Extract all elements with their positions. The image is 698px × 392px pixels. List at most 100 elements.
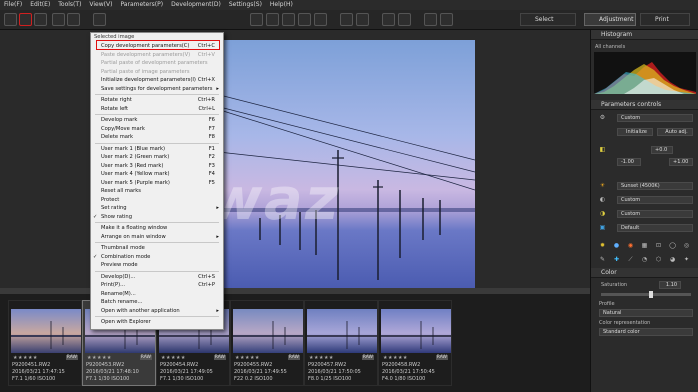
context-menu-item[interactable]: Partial paste of development parameters [91, 59, 223, 68]
mark-green-icon[interactable] [266, 13, 279, 26]
context-menu-item[interactable]: Reset all marks [91, 187, 223, 196]
menu-file[interactable]: File(F) [0, 0, 26, 10]
print-mode-button[interactable]: Print [640, 13, 690, 26]
single-view-icon[interactable] [34, 13, 47, 26]
parameters-controls-header[interactable]: Parameters controls [591, 100, 698, 110]
context-menu-item[interactable]: Initialize development parameters(I) Ctrl… [91, 76, 223, 85]
combination-view-icon[interactable] [19, 13, 32, 26]
tool-sun-icon[interactable]: ✹ [599, 242, 606, 249]
context-menu-item[interactable]: Delete mark F8 [91, 133, 223, 142]
context-menu-item[interactable]: Preview mode [91, 261, 223, 270]
saturation-slider[interactable] [601, 291, 691, 298]
rating-stars[interactable]: ★★★★★ [13, 355, 38, 361]
menu-tools[interactable]: Tools(T) [54, 0, 85, 10]
thumbnail-item[interactable]: ★★★★★ RAW P9200458.RW2 2016/03/21 17:50:… [378, 300, 452, 386]
context-menu-item[interactable]: Rotate right Ctrl+R [91, 96, 223, 105]
color-header[interactable]: Color [591, 268, 698, 278]
menu-development[interactable]: Development(D) [167, 0, 225, 10]
delete-icon[interactable] [382, 13, 395, 26]
tool-grid-icon[interactable]: ▦ [641, 242, 648, 249]
tool-dist-icon[interactable]: ⬡ [655, 256, 662, 263]
context-menu-item[interactable]: Copy/Move mark F7 [91, 125, 223, 134]
menu-help[interactable]: Help(H) [266, 0, 297, 10]
tool-wb-icon[interactable]: ✚ [613, 256, 620, 263]
contrast-dropdown[interactable]: Custom [617, 196, 693, 204]
print-icon[interactable] [440, 13, 453, 26]
tool-sharp-icon[interactable]: ⟋ [627, 256, 634, 263]
mark-blue-icon[interactable] [250, 13, 263, 26]
develop-icon[interactable] [424, 13, 437, 26]
tool-brush-icon[interactable]: ✎ [599, 256, 606, 263]
menu-parameters[interactable]: Parameters(P) [116, 0, 167, 10]
mark-yellow-icon[interactable] [298, 13, 311, 26]
context-menu-item[interactable]: User mark 1 (Blue mark) F1 [91, 145, 223, 154]
rotate-left-icon[interactable] [340, 13, 353, 26]
context-menu-item[interactable]: Make it a floating window [91, 224, 223, 233]
context-menu-item[interactable]: Protect [91, 196, 223, 205]
context-menu-item[interactable]: User mark 2 (Green mark) F2 [91, 153, 223, 162]
shadow-value[interactable]: -1.00 [617, 158, 641, 166]
context-menu-item[interactable]: Partial paste of image parameters [91, 68, 223, 77]
saturation-value[interactable]: 1.10 [659, 281, 681, 289]
preset-dropdown[interactable]: Custom [617, 114, 693, 122]
tool-color-icon[interactable]: ◉ [627, 242, 634, 249]
tone-dropdown[interactable]: Custom [617, 210, 693, 218]
context-menu-item[interactable]: Open with Explorer [91, 318, 223, 327]
context-menu-item[interactable]: User mark 4 (Yellow mark) F4 [91, 170, 223, 179]
context-menu-item[interactable]: ✓ Combination mode [91, 253, 223, 262]
adjustment-mode-button[interactable]: Adjustment [584, 13, 636, 26]
context-menu-item[interactable]: Rename(M)... [91, 290, 223, 299]
tool-crop-icon[interactable]: ⊡ [655, 242, 662, 249]
context-menu-item[interactable]: Print(P)... Ctrl+P [91, 281, 223, 290]
tool-noise-icon[interactable]: ◔ [641, 256, 648, 263]
saturation-slider-handle[interactable] [649, 291, 653, 298]
highlight-value[interactable]: +1.00 [669, 158, 693, 166]
tool-art-icon[interactable]: ✦ [683, 256, 690, 263]
tool-shade-icon[interactable]: ◕ [669, 256, 676, 263]
context-menu-item[interactable]: Rotate left Ctrl+L [91, 105, 223, 114]
profile-dropdown[interactable]: Natural [599, 309, 693, 317]
context-menu-item[interactable]: Thumbnail mode [91, 244, 223, 253]
context-menu-item[interactable]: Develop(D)... Ctrl+S [91, 273, 223, 282]
context-menu-item[interactable]: User mark 3 (Red mark) F3 [91, 162, 223, 171]
auto-adjust-button[interactable]: Auto adj. [657, 128, 693, 136]
context-menu-item[interactable]: Develop mark F6 [91, 116, 223, 125]
thumbnail-item[interactable]: ★★★★★ RAW P9200455.RW2 2016/03/21 17:49:… [230, 300, 304, 386]
grid-view-icon[interactable] [4, 13, 17, 26]
picture-mode-dropdown[interactable]: Default [617, 224, 693, 232]
split-view-icon[interactable] [67, 13, 80, 26]
fit-icon[interactable] [93, 13, 106, 26]
thumbnail-item[interactable]: ★★★★★ RAW P9200451.RW2 2016/03/21 17:47:… [8, 300, 82, 386]
rating-stars[interactable]: ★★★★★ [87, 355, 112, 361]
protect-icon[interactable] [398, 13, 411, 26]
context-menu-item[interactable]: Batch rename... [91, 298, 223, 307]
context-menu-item[interactable]: ✓ Show rating [91, 213, 223, 222]
tool-drop-icon[interactable]: ● [613, 242, 620, 249]
white-balance-dropdown[interactable]: Sunset (4500K) [617, 182, 693, 190]
context-menu-item[interactable]: Paste development parameters(V) Ctrl+V [91, 51, 223, 60]
rating-stars[interactable]: ★★★★★ [309, 355, 334, 361]
tool-lens-icon[interactable]: ◎ [683, 242, 690, 249]
context-menu-item[interactable]: Set rating ▸ [91, 204, 223, 213]
initialize-button[interactable]: Initialize [617, 128, 653, 136]
exposure-value[interactable]: +0.0 [651, 146, 673, 154]
thumbnail-item[interactable]: ★★★★★ RAW P9200457.RW2 2016/03/21 17:50:… [304, 300, 378, 386]
rating-stars[interactable]: ★★★★★ [235, 355, 260, 361]
color-representation-dropdown[interactable]: Standard color [599, 328, 693, 336]
menu-edit[interactable]: Edit(E) [26, 0, 54, 10]
mark-purple-icon[interactable] [314, 13, 327, 26]
context-menu-item[interactable]: Save settings for development parameters… [91, 85, 223, 94]
mark-red-icon[interactable] [282, 13, 295, 26]
histogram-header[interactable]: Histogram [591, 30, 698, 40]
rating-stars[interactable]: ★★★★★ [383, 355, 408, 361]
compare-view-icon[interactable] [52, 13, 65, 26]
context-menu-item[interactable]: Arrange on main window ▸ [91, 233, 223, 242]
rotate-right-icon[interactable] [356, 13, 369, 26]
gear-icon[interactable]: ⚙ [599, 114, 606, 121]
menu-view[interactable]: View(V) [85, 0, 116, 10]
menu-settings[interactable]: Settings(S) [225, 0, 266, 10]
select-mode-button[interactable]: Select [520, 13, 576, 26]
tool-circle-icon[interactable]: ◯ [669, 242, 676, 249]
context-menu-item[interactable]: User mark 5 (Purple mark) F5 [91, 179, 223, 188]
context-menu-item[interactable]: Open with another application ▸ [91, 307, 223, 316]
